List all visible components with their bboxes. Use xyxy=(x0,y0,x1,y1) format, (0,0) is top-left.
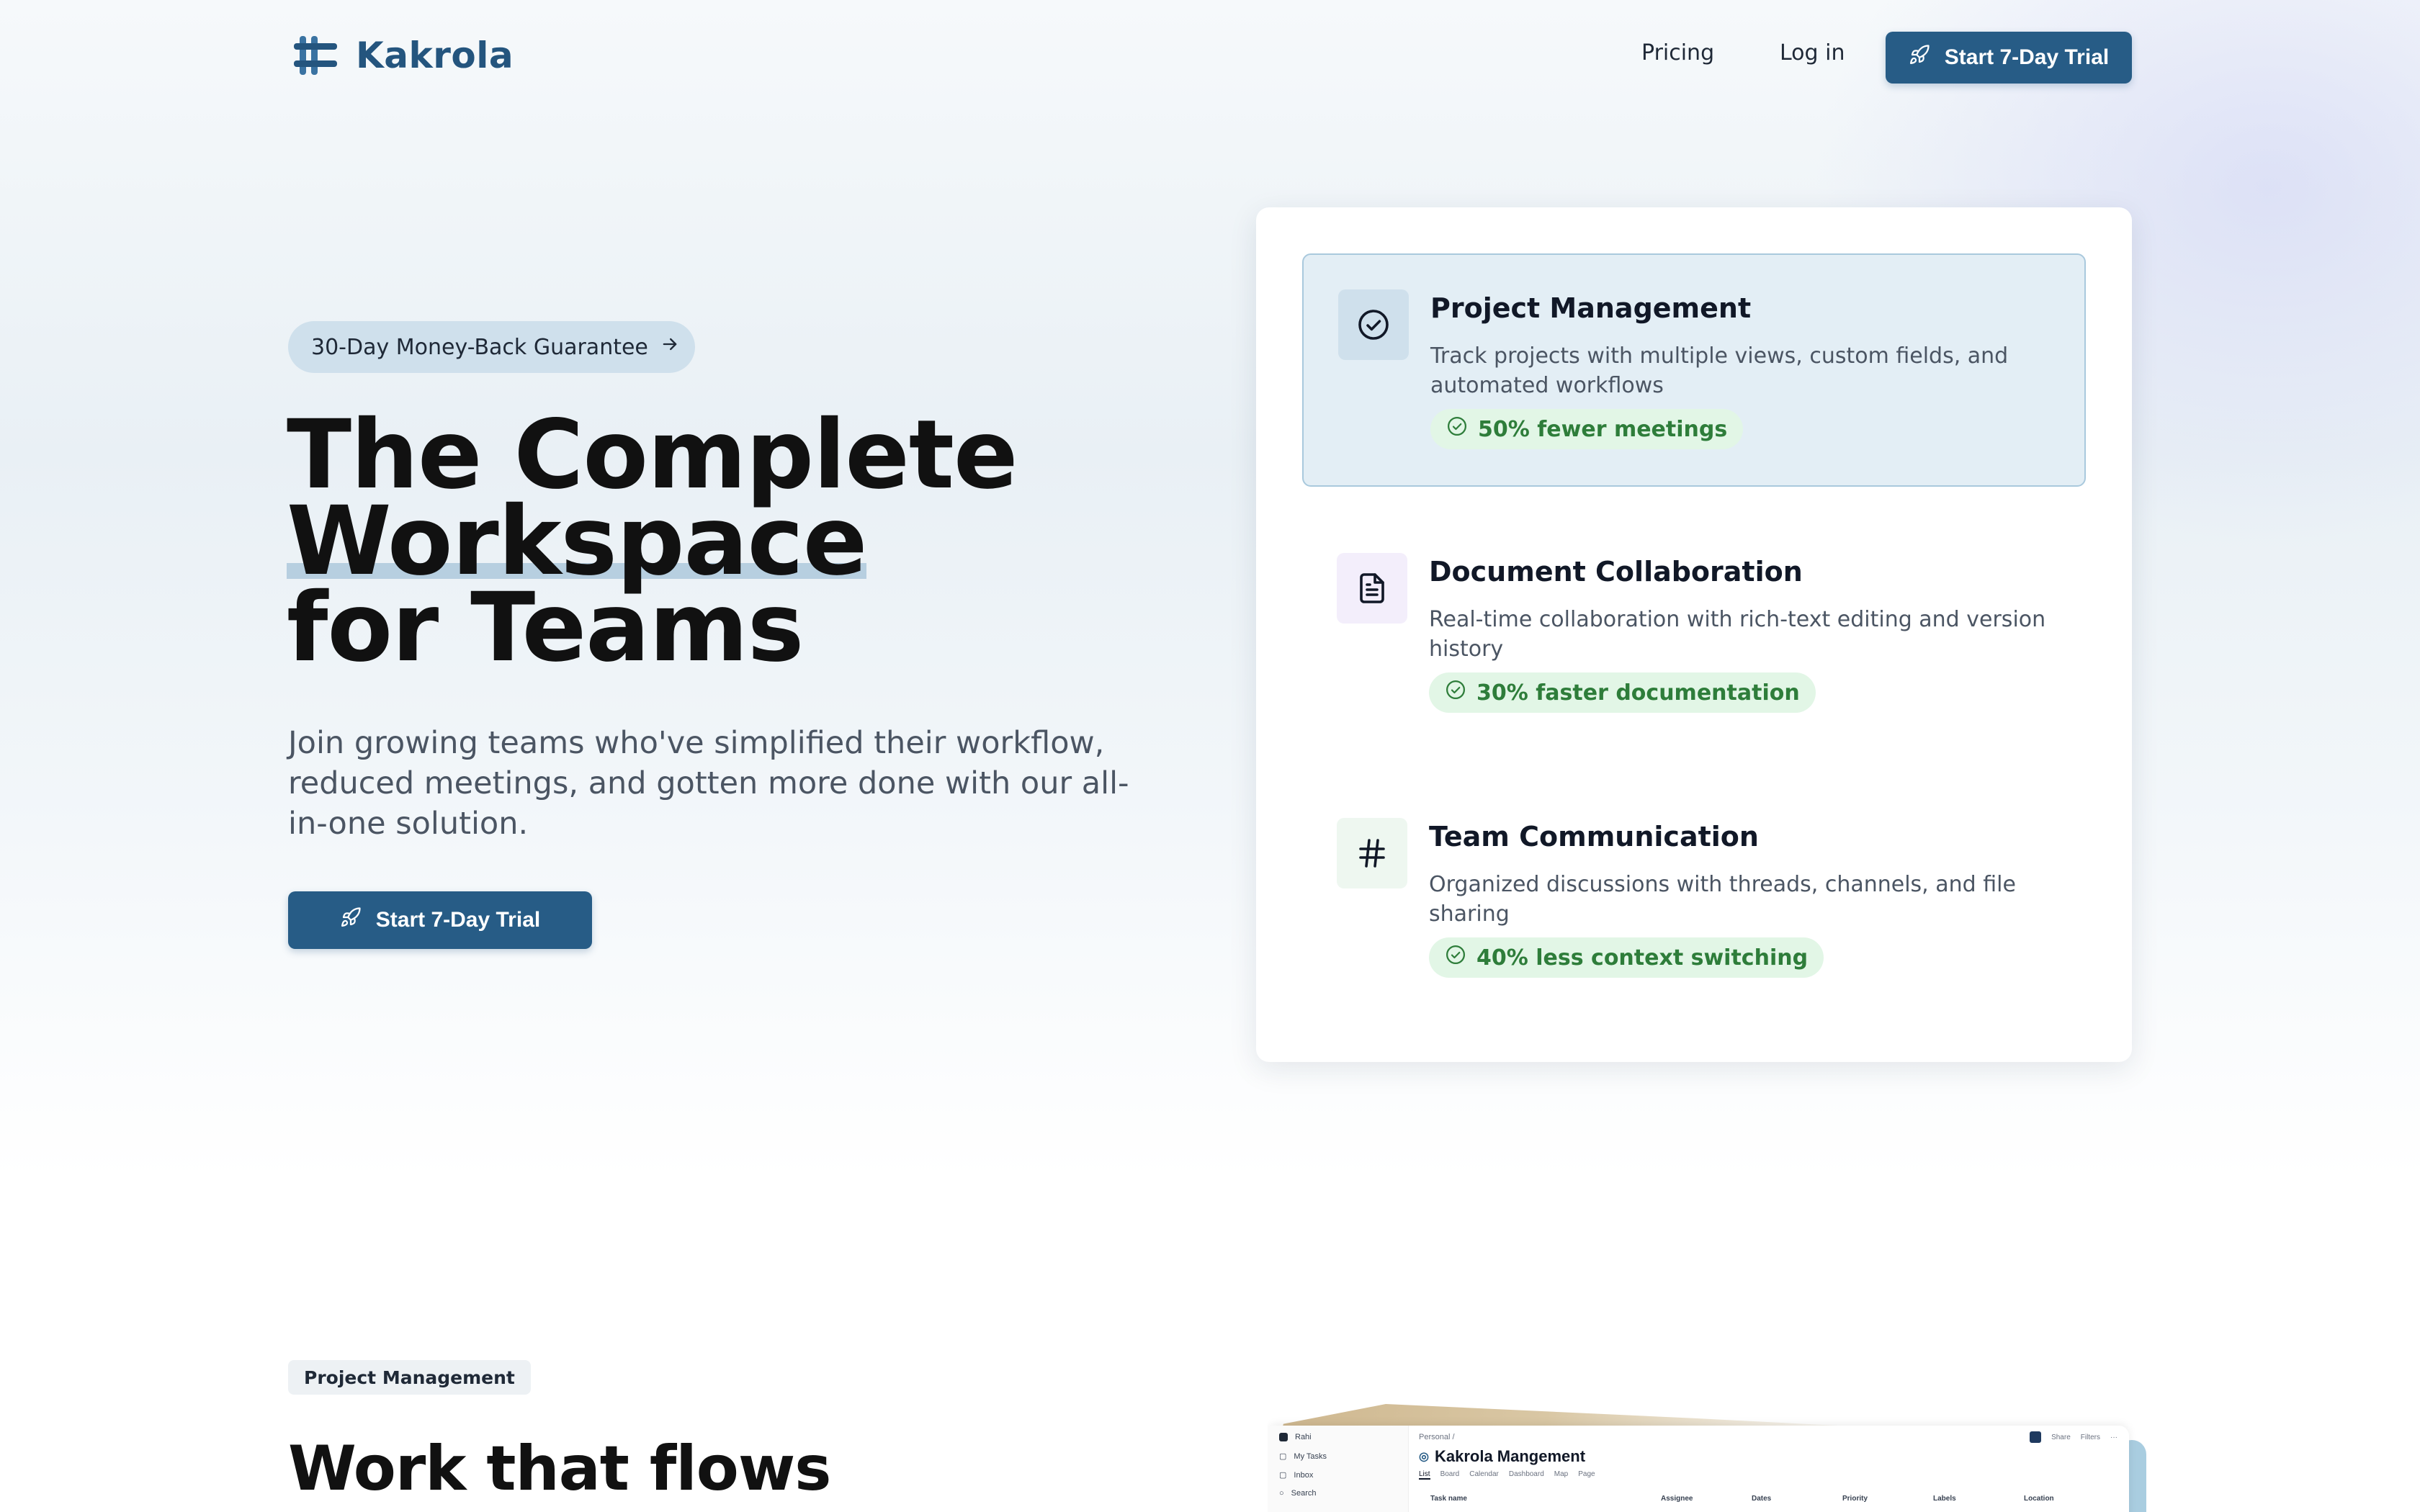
preview-filters: Filters xyxy=(2080,1433,2100,1441)
preview-sidebar-item: ▢ My Tasks xyxy=(1279,1452,1327,1462)
feature-stat-badge: 30% faster documentation xyxy=(1429,672,1816,713)
search-icon: ○ xyxy=(1279,1489,1284,1498)
preview-tab: Map xyxy=(1554,1470,1569,1478)
hero-subtitle: Join growing teams who've simplified the… xyxy=(288,725,1129,842)
preview-breadcrumb: Personal / xyxy=(1419,1433,1455,1441)
hero-title: The Complete Workspace for Teams xyxy=(287,400,1151,683)
preview-column: Assignee xyxy=(1661,1495,1693,1503)
preview-title: ◎ Kakrola Mangement xyxy=(1419,1447,1585,1466)
preview-sidebar-label: My Tasks xyxy=(1294,1452,1327,1461)
check-circle-icon: ◎ xyxy=(1419,1451,1429,1463)
avatar xyxy=(1279,1433,1288,1441)
avatar xyxy=(2030,1431,2042,1443)
feature-project-management[interactable]: Project Management Track projects with m… xyxy=(1302,253,2086,487)
section-badge: Project Management xyxy=(288,1360,531,1395)
preview-title-text: Kakrola Mangement xyxy=(1434,1447,1586,1465)
preview-tab: Dashboard xyxy=(1508,1470,1544,1478)
app-preview: Rahi ▢ My Tasks ▢ Inbox ○ Search Personal /… xyxy=(1268,1397,2146,1512)
logo[interactable]: Kakrola xyxy=(294,35,514,76)
feature-description: Organized discussions with threads, chan… xyxy=(1429,872,2016,927)
preview-tab: Page xyxy=(1578,1470,1595,1478)
inbox-icon: ▢ xyxy=(1279,1471,1287,1480)
rocket-icon xyxy=(1909,44,1930,71)
preview-column: Labels xyxy=(1933,1495,1956,1503)
check-circle-icon xyxy=(1445,679,1466,706)
preview-sidebar: Rahi ▢ My Tasks ▢ Inbox ○ Search xyxy=(1268,1426,1409,1512)
preview-table-header: Task name Assignee Dates Priority Labels… xyxy=(1430,1495,2107,1503)
feature-stat-badge: 40% less context switching xyxy=(1429,937,1824,978)
hero-title-line-3: for Teams xyxy=(287,572,804,683)
features-card: Project Management Track projects with m… xyxy=(1256,207,2132,1062)
preview-column: Priority xyxy=(1842,1495,1868,1503)
feature-title: Document Collaboration xyxy=(1429,556,1803,588)
arrow-right-icon xyxy=(660,334,680,360)
preview-share: Share xyxy=(2051,1433,2071,1441)
preview-column: Task name xyxy=(1430,1495,1467,1503)
preview-tab: Board xyxy=(1440,1470,1460,1478)
feature-stat-label: 50% fewer meetings xyxy=(1478,416,1728,442)
feature-description: Real-time collaboration with rich-text e… xyxy=(1429,607,2046,662)
feature-stat-label: 30% faster documentation xyxy=(1476,680,1800,706)
preview-column: Dates xyxy=(1752,1495,1772,1503)
hero-cta-label: Start 7-Day Trial xyxy=(375,908,541,932)
preview-toolbar: Share Filters ··· xyxy=(2030,1431,2118,1443)
preview-column: Location xyxy=(2024,1495,2054,1503)
preview-sidebar-item: ○ Search xyxy=(1279,1489,1317,1498)
hero-title-highlight: Workspace xyxy=(287,486,867,597)
check-square-icon: ▢ xyxy=(1279,1452,1287,1461)
feature-document-collaboration[interactable]: Document Collaboration Real-time collabo… xyxy=(1302,518,2086,752)
top-nav: Kakrola Pricing Log in Start 7-Day Trial xyxy=(0,0,2420,115)
more-icon: ··· xyxy=(2110,1433,2118,1441)
feature-stat-label: 40% less context switching xyxy=(1476,945,1809,971)
hero-start-trial-button[interactable]: Start 7-Day Trial xyxy=(288,891,592,949)
guarantee-badge[interactable]: 30-Day Money-Back Guarantee xyxy=(288,321,695,373)
preview-tabs: List Board Calendar Dashboard Map Page xyxy=(1419,1470,1595,1480)
nav-pricing-link[interactable]: Pricing xyxy=(1641,40,1714,66)
guarantee-badge-label: 30-Day Money-Back Guarantee xyxy=(311,334,648,360)
hash-icon xyxy=(1337,818,1407,888)
feature-title: Team Communication xyxy=(1429,821,1759,852)
section-title: Work that flows xyxy=(288,1433,831,1505)
app-preview-window: Rahi ▢ My Tasks ▢ Inbox ○ Search Personal /… xyxy=(1268,1426,2129,1512)
nav-login-link[interactable]: Log in xyxy=(1780,40,1845,66)
hero-title-line-1: The Complete xyxy=(287,400,1018,510)
preview-workspace-name: Rahi xyxy=(1295,1433,1312,1441)
nav-cta-label: Start 7-Day Trial xyxy=(1944,45,2110,69)
preview-tab: Calendar xyxy=(1469,1470,1499,1478)
nav-start-trial-button[interactable]: Start 7-Day Trial xyxy=(1886,32,2132,84)
check-circle-icon xyxy=(1445,944,1466,971)
preview-sidebar-label: Search xyxy=(1291,1489,1317,1498)
document-icon xyxy=(1337,553,1407,624)
preview-tab: List xyxy=(1419,1470,1430,1480)
feature-team-communication[interactable]: Team Communication Organized discussions… xyxy=(1302,783,2086,1017)
feature-stat-badge: 50% fewer meetings xyxy=(1430,409,1744,449)
rocket-icon xyxy=(340,906,362,934)
brand-name: Kakrola xyxy=(356,35,514,76)
preview-sidebar-item: ▢ Inbox xyxy=(1279,1470,1313,1480)
preview-main: Personal / ◎ Kakrola Mangement List Boar… xyxy=(1419,1426,2129,1512)
logo-icon xyxy=(294,35,339,76)
check-circle-icon xyxy=(1338,289,1409,360)
feature-title: Project Management xyxy=(1430,292,1752,324)
preview-sidebar-label: Inbox xyxy=(1294,1470,1314,1480)
preview-workspace: Rahi xyxy=(1279,1433,1312,1441)
check-circle-icon xyxy=(1446,415,1468,443)
feature-description: Track projects with multiple views, cust… xyxy=(1430,343,2009,398)
